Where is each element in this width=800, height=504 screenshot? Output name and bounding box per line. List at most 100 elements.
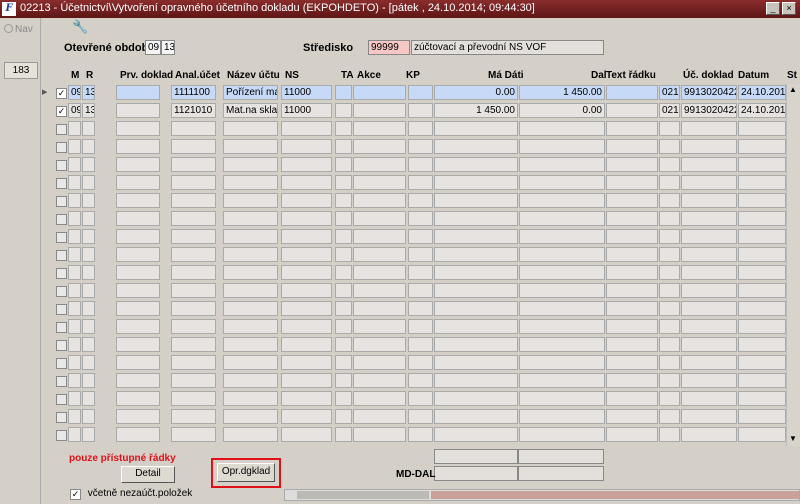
cell-prv[interactable] [116, 247, 160, 262]
cell-datum[interactable] [738, 121, 786, 136]
cell-ma[interactable]: 0.00 [434, 85, 518, 100]
cell-akce[interactable] [353, 85, 406, 100]
cell-ta[interactable] [335, 301, 352, 316]
cell-ma[interactable] [434, 337, 518, 352]
cell-ns[interactable] [281, 283, 332, 298]
cell-prv[interactable] [116, 265, 160, 280]
cell-doklad[interactable] [681, 301, 737, 316]
cell-datum[interactable]: 24.10.2014 [738, 103, 786, 118]
cell-dal[interactable] [519, 121, 605, 136]
nav-option[interactable]: Nav [4, 24, 33, 35]
period-year-field[interactable]: 13 [161, 40, 175, 55]
cell-akce[interactable] [353, 193, 406, 208]
row-checkbox[interactable] [56, 268, 67, 279]
cell-kod[interactable] [659, 391, 680, 406]
cell-ma[interactable] [434, 319, 518, 334]
cell-datum[interactable]: 24.10.2014 [738, 85, 786, 100]
cell-datum[interactable] [738, 193, 786, 208]
cell-r[interactable] [82, 121, 95, 136]
cell-kp[interactable] [408, 211, 433, 226]
cell-kod[interactable] [659, 301, 680, 316]
row-checkbox[interactable] [56, 412, 67, 423]
cell-ma[interactable] [434, 211, 518, 226]
cell-dal[interactable] [519, 409, 605, 424]
empty-row[interactable] [42, 282, 800, 300]
cell-datum[interactable] [738, 157, 786, 172]
row-checkbox[interactable] [56, 142, 67, 153]
cell-r[interactable] [82, 283, 95, 298]
cell-ta[interactable] [335, 409, 352, 424]
cell-kod[interactable] [659, 337, 680, 352]
row-checkbox[interactable] [56, 124, 67, 135]
cell-text[interactable] [606, 319, 658, 334]
cell-kod[interactable] [659, 247, 680, 262]
cell-ta[interactable] [335, 193, 352, 208]
cell-ma[interactable] [434, 121, 518, 136]
empty-row[interactable] [42, 228, 800, 246]
cell-kod[interactable] [659, 355, 680, 370]
cell-datum[interactable] [738, 139, 786, 154]
empty-row[interactable] [42, 372, 800, 390]
cell-dal[interactable] [519, 427, 605, 442]
cell-ns[interactable] [281, 193, 332, 208]
cell-anal[interactable] [171, 373, 216, 388]
cell-dal[interactable]: 0.00 [519, 103, 605, 118]
cell-nazev[interactable] [223, 139, 278, 154]
cell-text[interactable] [606, 193, 658, 208]
cell-doklad[interactable] [681, 157, 737, 172]
close-button[interactable]: × [782, 2, 796, 15]
cell-ta[interactable] [335, 247, 352, 262]
scroll-up-icon[interactable]: ▲ [789, 85, 797, 94]
row-checkbox[interactable] [56, 376, 67, 387]
cell-prv[interactable] [116, 103, 160, 118]
cell-kp[interactable] [408, 193, 433, 208]
cell-ma[interactable] [434, 193, 518, 208]
cell-akce[interactable] [353, 247, 406, 262]
cell-kp[interactable] [408, 85, 433, 100]
cell-m[interactable] [68, 319, 81, 334]
cell-r[interactable] [82, 229, 95, 244]
cell-datum[interactable] [738, 391, 786, 406]
empty-row[interactable] [42, 246, 800, 264]
cell-ns[interactable]: 11000 [281, 103, 332, 118]
cell-r[interactable] [82, 319, 95, 334]
cell-m[interactable] [68, 283, 81, 298]
cell-text[interactable] [606, 391, 658, 406]
cell-ma[interactable] [434, 373, 518, 388]
cell-kod[interactable] [659, 193, 680, 208]
cell-prv[interactable] [116, 319, 160, 334]
cell-r[interactable] [82, 391, 95, 406]
cell-m[interactable] [68, 355, 81, 370]
cell-ma[interactable] [434, 391, 518, 406]
cell-r[interactable] [82, 337, 95, 352]
cell-r[interactable] [82, 247, 95, 262]
cell-kp[interactable] [408, 157, 433, 172]
cell-doklad[interactable] [681, 373, 737, 388]
cell-datum[interactable] [738, 337, 786, 352]
cell-ma[interactable]: 1 450.00 [434, 103, 518, 118]
cell-ns[interactable] [281, 337, 332, 352]
cell-nazev[interactable] [223, 229, 278, 244]
cell-kod[interactable] [659, 139, 680, 154]
cell-anal[interactable] [171, 427, 216, 442]
row-checkbox[interactable] [56, 304, 67, 315]
cell-doklad[interactable] [681, 427, 737, 442]
center-code-field[interactable]: 99999 [368, 40, 410, 55]
cell-kp[interactable] [408, 103, 433, 118]
cell-doklad[interactable] [681, 193, 737, 208]
cell-m[interactable] [68, 337, 81, 352]
cell-ns[interactable] [281, 211, 332, 226]
cell-nazev[interactable] [223, 211, 278, 226]
cell-akce[interactable] [353, 265, 406, 280]
cell-anal[interactable] [171, 283, 216, 298]
cell-ma[interactable] [434, 247, 518, 262]
scroll-thumb[interactable] [297, 491, 429, 499]
cell-kod[interactable] [659, 319, 680, 334]
cell-r[interactable] [82, 157, 95, 172]
cell-text[interactable] [606, 301, 658, 316]
empty-row[interactable] [42, 390, 800, 408]
empty-row[interactable] [42, 300, 800, 318]
vertical-scrollbar[interactable]: ▲ ▼ [786, 84, 800, 446]
cell-ta[interactable] [335, 139, 352, 154]
cell-prv[interactable] [116, 391, 160, 406]
